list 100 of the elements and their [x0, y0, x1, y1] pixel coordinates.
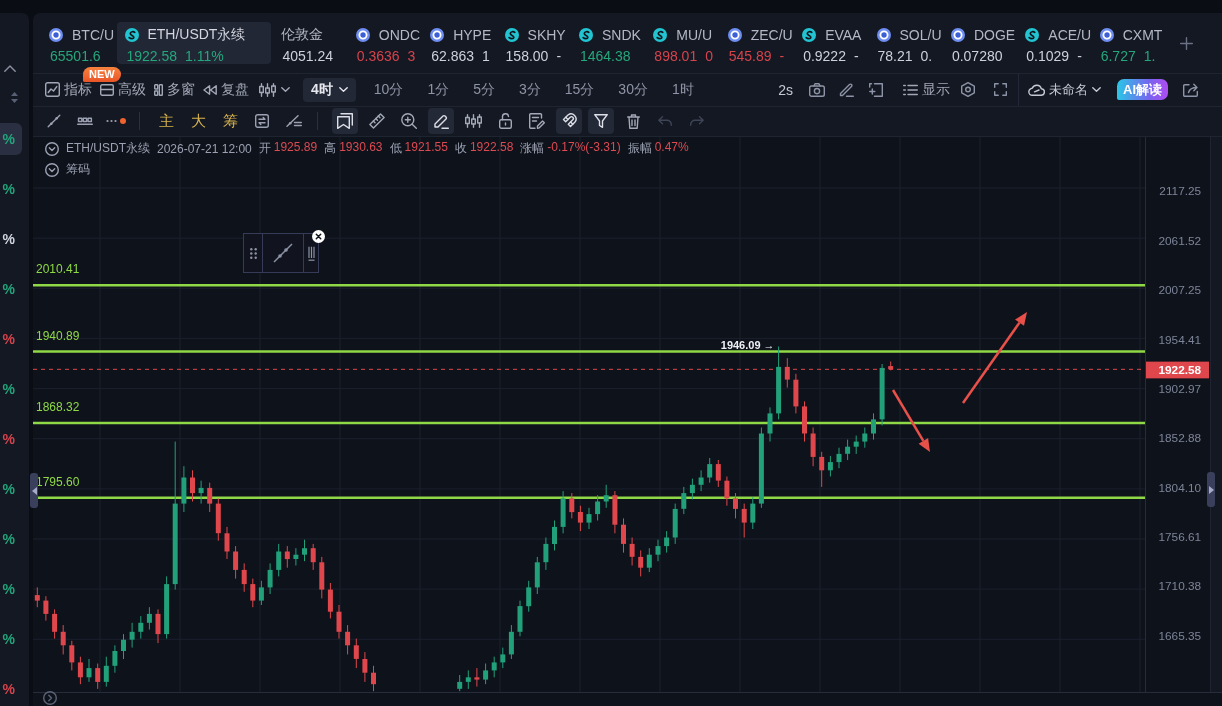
- candle-wick: [364, 651, 366, 683]
- interval-tab[interactable]: 4时: [303, 78, 356, 102]
- rewind-icon: [203, 85, 217, 95]
- interval-tab[interactable]: 3分: [512, 78, 547, 102]
- share-icon[interactable]: [1183, 83, 1199, 97]
- close-icon[interactable]: [312, 230, 325, 243]
- camera-icon[interactable]: [809, 83, 825, 97]
- watchlist-row[interactable]: %: [0, 473, 22, 505]
- watchlist-row[interactable]: %: [0, 573, 22, 605]
- candle: [569, 498, 575, 513]
- magnet-button[interactable]: [556, 108, 582, 135]
- candle: [465, 677, 471, 682]
- candle: [758, 433, 764, 504]
- candle-wick: [873, 412, 874, 441]
- ticker-tab[interactable]: DOGE 0.07280: [944, 22, 1020, 64]
- candle: [534, 562, 540, 588]
- chart-mode-button[interactable]: 主: [152, 108, 180, 135]
- candle-wick: [54, 608, 56, 640]
- line-width-icon[interactable]: [307, 245, 315, 261]
- interval-tab[interactable]: 15分: [558, 78, 601, 102]
- ticker-tab[interactable]: 伦敦金 4051.24: [275, 22, 350, 64]
- edit-icon: [529, 113, 545, 130]
- candle: [34, 595, 40, 601]
- high-price-label: 1946.09 →: [720, 338, 775, 351]
- pen-button[interactable]: [428, 108, 454, 135]
- expand-handle[interactable]: [1207, 472, 1215, 507]
- watchlist-row[interactable]: %: [0, 123, 22, 155]
- collapse-handle[interactable]: [30, 473, 38, 508]
- field-label: 收: [454, 140, 467, 157]
- line-cross-icon[interactable]: [286, 115, 302, 128]
- candle: [871, 419, 876, 434]
- add-icon[interactable]: [1180, 37, 1194, 50]
- candle: [560, 498, 566, 527]
- display-menu[interactable]: 显示: [903, 79, 950, 101]
- line-tool-icon[interactable]: [273, 243, 293, 263]
- candle-wick: [588, 507, 590, 530]
- ticker-tab[interactable]: ACE/U 0.1029 -: [1019, 22, 1094, 64]
- watchlist-row[interactable]: %: [0, 173, 22, 205]
- filter-button[interactable]: [588, 108, 614, 135]
- candle: [655, 546, 661, 555]
- chart-mode-button[interactable]: 大: [184, 108, 212, 135]
- watchlist-row[interactable]: %: [0, 623, 22, 655]
- watchlist-row[interactable]: %: [0, 523, 22, 555]
- watchlist-row[interactable]: %: [0, 423, 22, 455]
- ticker-tab[interactable]: EVAA 0.9222 -: [796, 22, 871, 64]
- sort-icon[interactable]: [11, 92, 18, 103]
- layout-menu[interactable]: 未命名: [1028, 79, 1101, 101]
- candle: [77, 662, 83, 678]
- ticker-tab[interactable]: MU/U 898.01 0: [647, 22, 722, 64]
- menu-button[interactable]: 指标: [45, 79, 92, 101]
- watchlist-row[interactable]: %: [0, 373, 22, 405]
- watchlist-row[interactable]: %: [0, 673, 22, 705]
- frame-plus-icon[interactable]: [869, 83, 883, 97]
- chevron-up-icon[interactable]: [4, 65, 16, 72]
- drag-handle-icon[interactable]: [249, 247, 257, 259]
- ticker-tab[interactable]: SOL/U 78.21 0.: [870, 22, 945, 64]
- ticker-tab[interactable]: ETH/USDT永续 1922.58 1.11%: [117, 22, 272, 64]
- chevron-down-icon[interactable]: [45, 162, 59, 177]
- interval-tab[interactable]: 1时: [665, 78, 700, 102]
- fullscreen-icon[interactable]: [994, 83, 1007, 97]
- price-line-label: 2010.41: [36, 262, 80, 277]
- chart-mode-button[interactable]: 筹: [216, 108, 244, 135]
- ticker-tab[interactable]: BTC/U 65501.6: [43, 22, 118, 64]
- magnet-icon: [561, 113, 577, 130]
- price-line-label: 1940.89: [36, 328, 80, 343]
- chevron-right-icon[interactable]: [43, 691, 57, 705]
- ticker-tab[interactable]: CXMT 6.727 1.: [1093, 22, 1169, 64]
- chevron-down-icon[interactable]: [45, 141, 59, 156]
- menu-button[interactable]: 高级: [100, 79, 146, 101]
- interval-tab[interactable]: 10分: [367, 78, 410, 102]
- watchlist-row[interactable]: %: [0, 273, 22, 305]
- ai-button[interactable]: AI解读: [1117, 79, 1168, 101]
- candle-wick: [62, 624, 64, 655]
- ticker-tab[interactable]: HYPE 62.863 1: [424, 22, 499, 64]
- interval-tab[interactable]: 30分: [612, 78, 654, 102]
- settings-icon[interactable]: [961, 82, 975, 98]
- bookmark-button[interactable]: [332, 108, 358, 135]
- candle: [612, 495, 618, 525]
- candle-wick: [597, 494, 599, 521]
- watchlist-row[interactable]: %: [0, 323, 22, 355]
- candle: [474, 677, 480, 680]
- dots-icon[interactable]: [106, 118, 126, 125]
- ticker-tab[interactable]: ONDC 0.3636 3: [349, 22, 425, 64]
- candle: [43, 600, 49, 614]
- ticker-tab[interactable]: ZEC/U 545.89 -: [721, 22, 797, 64]
- candle: [681, 493, 687, 509]
- refresh-rate-button[interactable]: 2s: [778, 79, 793, 101]
- interval-tab[interactable]: 1分: [421, 78, 456, 102]
- pattern-icon[interactable]: [77, 117, 93, 126]
- ticker-tab[interactable]: SKHY 158.00 -: [498, 22, 573, 64]
- swap-icon[interactable]: [255, 114, 269, 129]
- ticker-tab[interactable]: SNDK 1464.38: [572, 22, 648, 64]
- menu-button[interactable]: 复盘: [203, 79, 249, 101]
- interval-tab[interactable]: 5分: [467, 78, 501, 102]
- candle-wick: [200, 480, 202, 505]
- watchlist-row[interactable]: %: [0, 223, 22, 255]
- menu-button[interactable]: 多窗: [154, 79, 195, 101]
- pencil-icon[interactable]: [839, 82, 854, 98]
- candle-wick: [467, 669, 469, 690]
- trend-line-icon[interactable]: [47, 114, 61, 129]
